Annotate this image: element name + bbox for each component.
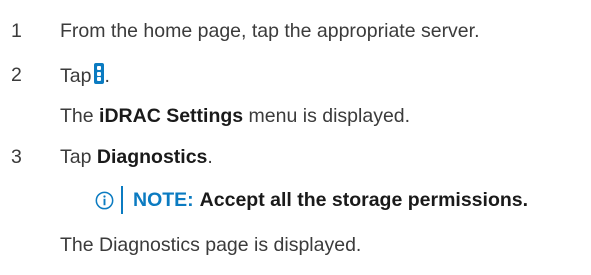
step-result: The iDRAC Settings menu is displayed. xyxy=(60,104,410,128)
diagnostics-label: Diagnostics xyxy=(96,146,208,168)
note-label: NOTE: xyxy=(133,188,194,211)
note-callout: NOTE: Accept all the storage permissions… xyxy=(95,184,528,216)
menu-name: iDRAC Settings xyxy=(99,105,244,127)
vertical-three-dot-menu-icon xyxy=(94,63,105,84)
step-number: 3 xyxy=(11,146,22,168)
step-text-suffix: . xyxy=(207,146,213,168)
step-result-suffix: menu is displayed. xyxy=(248,105,411,127)
step-number: 2 xyxy=(11,64,22,86)
step-text-prefix: Tap xyxy=(60,65,92,87)
step-text: Tap. xyxy=(60,63,110,88)
step-text-suffix: . xyxy=(104,65,110,87)
note-text: Accept all the storage permissions. xyxy=(199,188,529,211)
step-text-prefix: Tap xyxy=(60,146,92,168)
step-text: From the home page, tap the appropriate … xyxy=(60,20,480,42)
result-text: The Diagnostics page is displayed. xyxy=(60,234,362,256)
note-divider xyxy=(121,186,123,214)
info-circle-icon xyxy=(95,191,114,209)
step-text: Tap Diagnostics. xyxy=(60,145,213,169)
step-number: 1 xyxy=(11,20,22,42)
step-result-prefix: The xyxy=(60,105,94,127)
